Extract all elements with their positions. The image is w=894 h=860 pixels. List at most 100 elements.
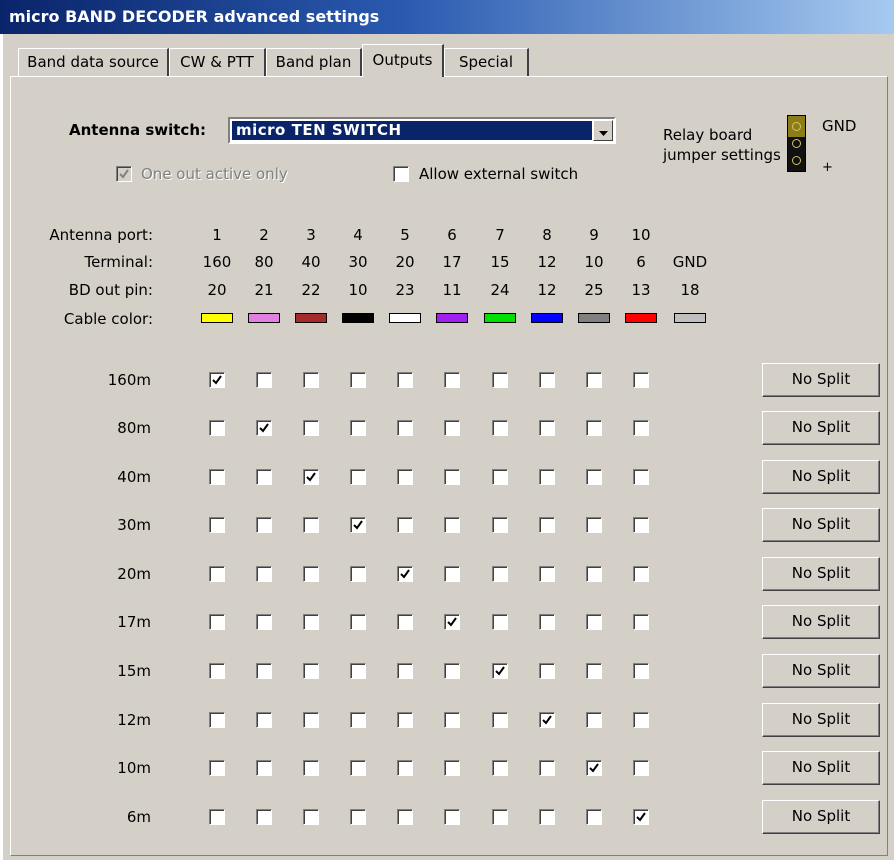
band-output-checkbox[interactable] (539, 809, 555, 825)
band-output-checkbox[interactable] (350, 614, 366, 630)
band-output-checkbox[interactable] (303, 372, 319, 388)
no-split-button[interactable]: No Split (762, 605, 880, 639)
tab-special[interactable]: Special (444, 48, 529, 76)
band-output-checkbox[interactable] (256, 614, 272, 630)
band-output-checkbox[interactable] (539, 372, 555, 388)
allow-external-switch-checkbox[interactable] (393, 166, 409, 182)
no-split-button[interactable]: No Split (762, 460, 880, 494)
band-output-checkbox[interactable] (303, 663, 319, 679)
one-out-active-only-checkbox[interactable] (116, 166, 132, 182)
band-output-checkbox[interactable] (350, 760, 366, 776)
band-output-checkbox[interactable] (586, 712, 602, 728)
band-output-checkbox[interactable] (539, 712, 555, 728)
tab-cw-ptt[interactable]: CW & PTT (169, 48, 266, 76)
band-output-checkbox[interactable] (492, 712, 508, 728)
band-output-checkbox[interactable] (492, 760, 508, 776)
band-output-checkbox[interactable] (586, 614, 602, 630)
band-output-checkbox[interactable] (209, 469, 225, 485)
band-output-checkbox[interactable] (586, 809, 602, 825)
band-output-checkbox[interactable] (397, 517, 413, 533)
band-output-checkbox[interactable] (397, 663, 413, 679)
band-output-checkbox[interactable] (256, 712, 272, 728)
tab-band-data-source[interactable]: Band data source (18, 48, 169, 76)
band-output-checkbox[interactable] (303, 760, 319, 776)
band-output-checkbox[interactable] (350, 712, 366, 728)
band-output-checkbox[interactable] (586, 566, 602, 582)
band-output-checkbox[interactable] (444, 372, 460, 388)
band-output-checkbox[interactable] (256, 469, 272, 485)
band-output-checkbox[interactable] (256, 809, 272, 825)
band-output-checkbox[interactable] (209, 809, 225, 825)
band-output-checkbox[interactable] (633, 517, 649, 533)
no-split-button[interactable]: No Split (762, 411, 880, 445)
band-output-checkbox[interactable] (444, 420, 460, 436)
band-output-checkbox[interactable] (444, 809, 460, 825)
band-output-checkbox[interactable] (256, 372, 272, 388)
band-output-checkbox[interactable] (539, 566, 555, 582)
no-split-button[interactable]: No Split (762, 508, 880, 542)
band-output-checkbox[interactable] (397, 614, 413, 630)
antenna-switch-select[interactable]: micro TEN SWITCH (228, 117, 616, 144)
band-output-checkbox[interactable] (444, 469, 460, 485)
band-output-checkbox[interactable] (444, 517, 460, 533)
band-output-checkbox[interactable] (633, 760, 649, 776)
band-output-checkbox[interactable] (397, 760, 413, 776)
band-output-checkbox[interactable] (586, 760, 602, 776)
band-output-checkbox[interactable] (397, 420, 413, 436)
band-output-checkbox[interactable] (586, 420, 602, 436)
band-output-checkbox[interactable] (492, 663, 508, 679)
band-output-checkbox[interactable] (303, 517, 319, 533)
band-output-checkbox[interactable] (209, 566, 225, 582)
band-output-checkbox[interactable] (303, 469, 319, 485)
band-output-checkbox[interactable] (444, 712, 460, 728)
band-output-checkbox[interactable] (586, 469, 602, 485)
band-output-checkbox[interactable] (303, 712, 319, 728)
band-output-checkbox[interactable] (303, 566, 319, 582)
band-output-checkbox[interactable] (350, 420, 366, 436)
band-output-checkbox[interactable] (586, 663, 602, 679)
band-output-checkbox[interactable] (586, 517, 602, 533)
no-split-button[interactable]: No Split (762, 557, 880, 591)
band-output-checkbox[interactable] (444, 663, 460, 679)
band-output-checkbox[interactable] (350, 517, 366, 533)
band-output-checkbox[interactable] (256, 566, 272, 582)
no-split-button[interactable]: No Split (762, 654, 880, 688)
tab-band-plan[interactable]: Band plan (266, 48, 362, 76)
band-output-checkbox[interactable] (209, 420, 225, 436)
band-output-checkbox[interactable] (209, 517, 225, 533)
band-output-checkbox[interactable] (209, 760, 225, 776)
band-output-checkbox[interactable] (633, 420, 649, 436)
band-output-checkbox[interactable] (350, 566, 366, 582)
band-output-checkbox[interactable] (539, 469, 555, 485)
band-output-checkbox[interactable] (397, 809, 413, 825)
band-output-checkbox[interactable] (633, 809, 649, 825)
band-output-checkbox[interactable] (303, 420, 319, 436)
band-output-checkbox[interactable] (492, 614, 508, 630)
band-output-checkbox[interactable] (492, 517, 508, 533)
band-output-checkbox[interactable] (397, 566, 413, 582)
band-output-checkbox[interactable] (397, 469, 413, 485)
no-split-button[interactable]: No Split (762, 703, 880, 737)
band-output-checkbox[interactable] (303, 614, 319, 630)
band-output-checkbox[interactable] (350, 663, 366, 679)
band-output-checkbox[interactable] (444, 614, 460, 630)
band-output-checkbox[interactable] (256, 663, 272, 679)
band-output-checkbox[interactable] (397, 712, 413, 728)
band-output-checkbox[interactable] (539, 614, 555, 630)
band-output-checkbox[interactable] (209, 663, 225, 679)
no-split-button[interactable]: No Split (762, 751, 880, 785)
band-output-checkbox[interactable] (539, 517, 555, 533)
band-output-checkbox[interactable] (492, 420, 508, 436)
band-output-checkbox[interactable] (350, 372, 366, 388)
band-output-checkbox[interactable] (539, 663, 555, 679)
band-output-checkbox[interactable] (539, 760, 555, 776)
band-output-checkbox[interactable] (303, 809, 319, 825)
band-output-checkbox[interactable] (444, 566, 460, 582)
dropdown-button[interactable] (593, 120, 613, 141)
band-output-checkbox[interactable] (539, 420, 555, 436)
band-output-checkbox[interactable] (492, 809, 508, 825)
band-output-checkbox[interactable] (633, 566, 649, 582)
band-output-checkbox[interactable] (444, 760, 460, 776)
band-output-checkbox[interactable] (633, 663, 649, 679)
band-output-checkbox[interactable] (256, 420, 272, 436)
